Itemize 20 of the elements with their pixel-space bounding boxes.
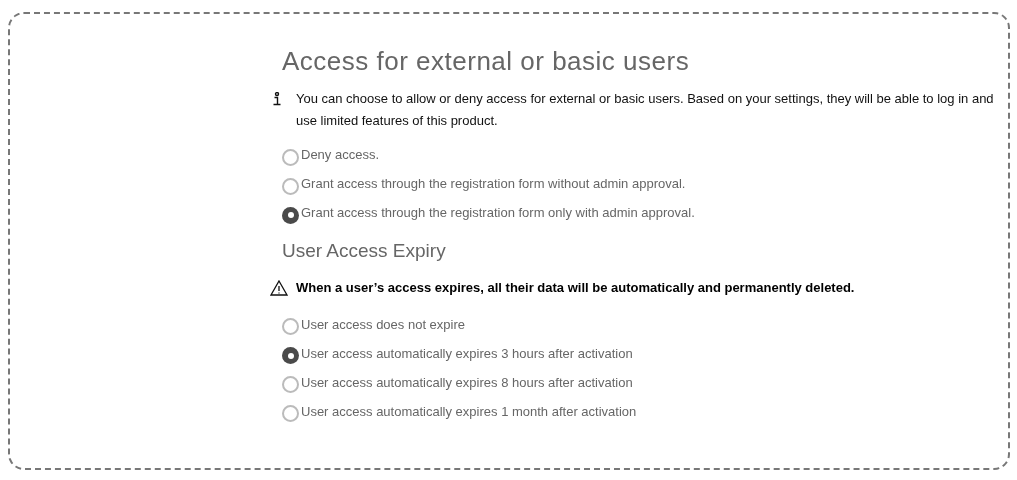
option-label[interactable]: Deny access. xyxy=(301,145,380,165)
radio-button[interactable] xyxy=(282,148,299,166)
radio-button[interactable] xyxy=(282,405,299,422)
radio-button[interactable] xyxy=(282,376,299,393)
info-icon xyxy=(272,92,282,106)
info-text: You can choose to allow or deny access for external or basic users. Based on your settings, they will be able to log in and use limited features of this product. xyxy=(296,90,995,130)
option-label[interactable]: User access automatically expires 3 hours after activation xyxy=(301,343,633,364)
section-subtitle: User Access Expiry xyxy=(282,239,447,263)
warning-text: When a user’s access expires, all their data will be automatically and permanently deleted. xyxy=(296,279,855,297)
option-label[interactable]: Grant access through the registration form without admin approval. xyxy=(301,174,686,194)
warning-icon xyxy=(270,279,288,296)
option-label[interactable]: Grant access through the registration form only with admin approval. xyxy=(301,203,695,223)
radio-button[interactable] xyxy=(282,318,299,335)
radio-button[interactable] xyxy=(282,347,299,364)
radio-button[interactable] xyxy=(282,177,299,195)
section-title: Access for external or basic users xyxy=(282,45,691,78)
option-label[interactable]: User access automatically expires 1 month after activation xyxy=(301,401,637,422)
option-label[interactable]: User access does not expire xyxy=(301,314,466,335)
option-label[interactable]: User access automatically expires 8 hours after activation xyxy=(301,372,633,393)
radio-button[interactable] xyxy=(282,206,299,224)
